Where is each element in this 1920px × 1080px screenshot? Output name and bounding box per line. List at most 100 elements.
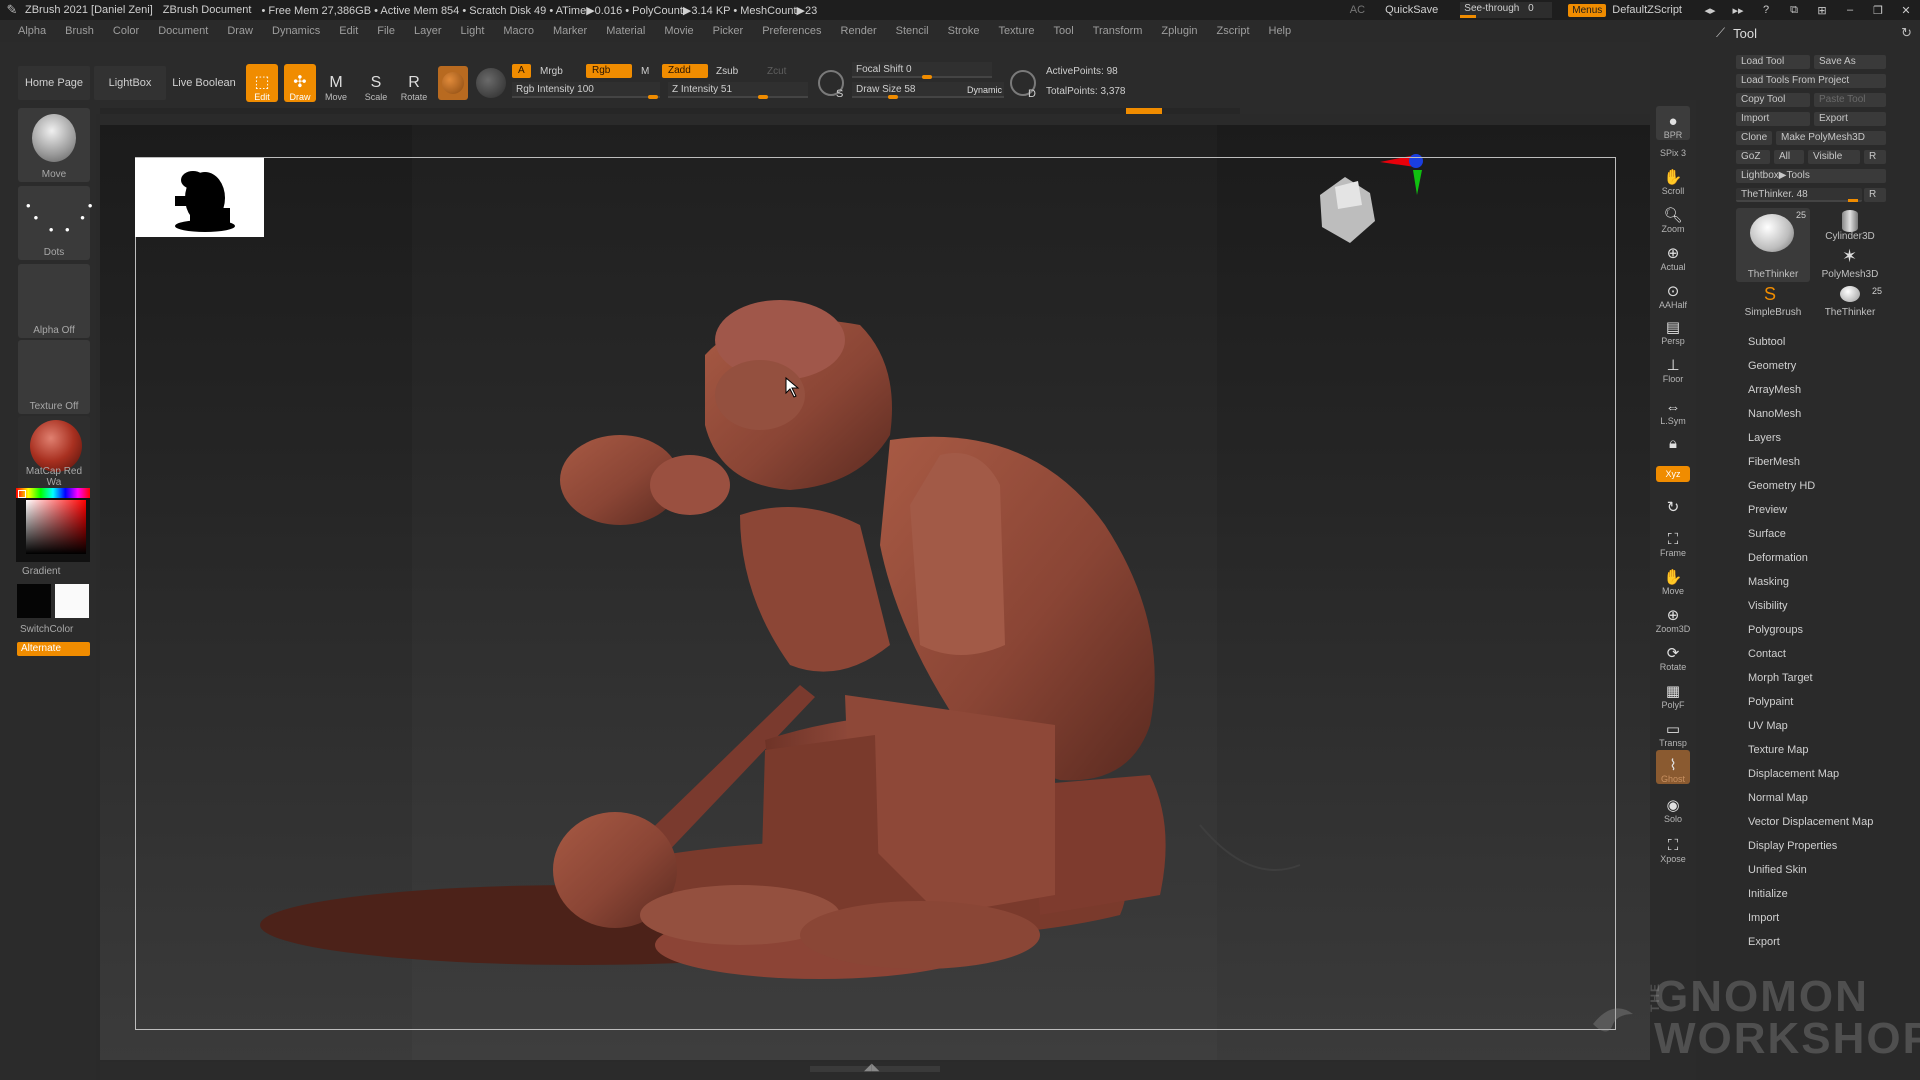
subpalette-polypaint[interactable]: Polypaint bbox=[1748, 696, 1793, 708]
menu-render[interactable]: Render bbox=[841, 25, 877, 37]
hue-strip[interactable] bbox=[16, 488, 90, 498]
menu-preferences[interactable]: Preferences bbox=[762, 25, 821, 37]
lock-icon[interactable]: 🔒︎ bbox=[1656, 430, 1690, 452]
subpalette-deformation[interactable]: Deformation bbox=[1748, 552, 1808, 564]
scale-mode-button[interactable]: S Scale bbox=[360, 64, 392, 102]
subpalette-export[interactable]: Export bbox=[1748, 936, 1780, 948]
color-picker[interactable] bbox=[16, 488, 90, 562]
default-zscript[interactable]: DefaultZScript bbox=[1612, 4, 1682, 16]
refresh-icon[interactable]: ↻ bbox=[1901, 25, 1912, 41]
move-view-button[interactable]: ✋ Move bbox=[1656, 562, 1690, 597]
menu-transform[interactable]: Transform bbox=[1093, 25, 1143, 37]
menu-tool[interactable]: Tool bbox=[1054, 25, 1074, 37]
ghost-button[interactable]: ⌇ Ghost bbox=[1656, 750, 1690, 784]
move-mode-button[interactable]: M Move bbox=[320, 64, 352, 102]
menu-color[interactable]: Color bbox=[113, 25, 139, 37]
draw-mode-button[interactable]: ✣ Draw bbox=[284, 64, 316, 102]
rgb-intensity-slider[interactable]: Rgb Intensity 100 bbox=[512, 82, 660, 99]
clone-button[interactable]: Clone bbox=[1736, 131, 1772, 145]
spix-slider[interactable]: SPix 3 bbox=[1656, 138, 1690, 158]
menu-marker[interactable]: Marker bbox=[553, 25, 587, 37]
transp-button[interactable]: ▭ Transp bbox=[1656, 714, 1690, 749]
subpalette-uv-map[interactable]: UV Map bbox=[1748, 720, 1788, 732]
actual-button[interactable]: ⊕ Actual bbox=[1656, 238, 1690, 273]
menu-draw[interactable]: Draw bbox=[227, 25, 253, 37]
restore-icon[interactable]: ❐ bbox=[1864, 4, 1892, 17]
zcut-toggle[interactable]: Zcut bbox=[767, 66, 786, 77]
focal-shift-slider[interactable]: Focal Shift 0 bbox=[852, 62, 992, 79]
material-slot[interactable]: MatCap Red Wa bbox=[18, 416, 90, 490]
subpalette-preview[interactable]: Preview bbox=[1748, 504, 1787, 516]
silhouette-thumbnail[interactable] bbox=[135, 158, 264, 237]
zoom-button[interactable]: 🔍︎ Zoom bbox=[1656, 200, 1690, 235]
export-button[interactable]: Export bbox=[1814, 112, 1886, 126]
expand-arrow-icon[interactable]: ◢◣ bbox=[864, 1062, 879, 1073]
subpalette-morph-target[interactable]: Morph Target bbox=[1748, 672, 1813, 684]
bpr-button[interactable]: ● BPR bbox=[1656, 106, 1690, 140]
polyframe-button[interactable]: ▦ PolyF bbox=[1656, 676, 1690, 711]
menu-material[interactable]: Material bbox=[606, 25, 645, 37]
menu-file[interactable]: File bbox=[377, 25, 395, 37]
subpalette-visibility[interactable]: Visibility bbox=[1748, 600, 1788, 612]
material-swatch-button[interactable] bbox=[438, 66, 468, 100]
menu-layer[interactable]: Layer bbox=[414, 25, 442, 37]
rotate-mode-button[interactable]: R Rotate bbox=[398, 64, 430, 102]
subpalette-layers[interactable]: Layers bbox=[1748, 432, 1781, 444]
window-tile-icon[interactable]: ⧉ bbox=[1780, 4, 1808, 17]
tool-panel-header[interactable]: ⟋ Tool ↻ bbox=[1706, 20, 1920, 46]
current-tool-slider[interactable]: TheThinker. 48 bbox=[1736, 188, 1862, 202]
menu-brush[interactable]: Brush bbox=[65, 25, 94, 37]
subpalette-import[interactable]: Import bbox=[1748, 912, 1779, 924]
mrgb-toggle[interactable]: Mrgb bbox=[540, 66, 563, 77]
menu-alpha[interactable]: Alpha bbox=[18, 25, 46, 37]
brush-slot[interactable]: Move bbox=[18, 108, 90, 182]
menus-button[interactable]: Menus bbox=[1568, 3, 1607, 17]
menu-light[interactable]: Light bbox=[461, 25, 485, 37]
subpalette-nanomesh[interactable]: NanoMesh bbox=[1748, 408, 1801, 420]
tool-slot-thethinker-2[interactable]: 25 TheThinker bbox=[1814, 284, 1886, 320]
menu-zscript[interactable]: Zscript bbox=[1217, 25, 1250, 37]
menu-help[interactable]: Help bbox=[1269, 25, 1292, 37]
switch-color-button[interactable]: SwitchColor bbox=[20, 624, 73, 635]
zoom3d-button[interactable]: ⊕ Zoom3D bbox=[1656, 600, 1691, 635]
import-button[interactable]: Import bbox=[1736, 112, 1810, 126]
solo-button[interactable]: ◉ Solo bbox=[1656, 790, 1690, 825]
alpha-slot[interactable]: Alpha Off bbox=[18, 264, 90, 338]
r-button[interactable]: R bbox=[1864, 150, 1886, 164]
menu-stroke[interactable]: Stroke bbox=[948, 25, 980, 37]
subpalette-display-properties[interactable]: Display Properties bbox=[1748, 840, 1837, 852]
help-icon[interactable]: ? bbox=[1752, 4, 1780, 16]
color-picker-swatch[interactable] bbox=[476, 68, 506, 98]
goz-button[interactable]: GoZ bbox=[1736, 150, 1770, 164]
subpalette-geometry-hd[interactable]: Geometry HD bbox=[1748, 480, 1815, 492]
lightbox-button[interactable]: LightBox bbox=[94, 66, 166, 100]
rgb-toggle[interactable]: Rgb bbox=[586, 64, 632, 78]
interface-layout-icon[interactable]: ◂▸ bbox=[1696, 4, 1724, 17]
window-save-icon[interactable]: ⊞ bbox=[1808, 4, 1836, 17]
subpalette-normal-map[interactable]: Normal Map bbox=[1748, 792, 1808, 804]
subpalette-polygroups[interactable]: Polygroups bbox=[1748, 624, 1803, 636]
load-tools-from-project-button[interactable]: Load Tools From Project bbox=[1736, 74, 1886, 88]
minimize-icon[interactable]: – bbox=[1836, 4, 1864, 16]
xyz-button[interactable]: Xyz bbox=[1656, 466, 1690, 482]
tool-slot-polymesh3d[interactable]: ✶ PolyMesh3D bbox=[1814, 246, 1886, 282]
menu-movie[interactable]: Movie bbox=[664, 25, 693, 37]
subpalette-contact[interactable]: Contact bbox=[1748, 648, 1786, 660]
rotate-view-button[interactable]: ⟳ Rotate bbox=[1656, 638, 1690, 673]
viewport-canvas[interactable] bbox=[100, 125, 1650, 1060]
menu-dynamics[interactable]: Dynamics bbox=[272, 25, 320, 37]
subpalette-arraymesh[interactable]: ArrayMesh bbox=[1748, 384, 1801, 396]
quicksave-button[interactable]: QuickSave bbox=[1385, 4, 1438, 16]
saturation-box[interactable] bbox=[26, 500, 86, 554]
lightbox-tools-button[interactable]: Lightbox▶Tools bbox=[1736, 169, 1886, 183]
floor-button[interactable]: ⊥ Floor bbox=[1656, 350, 1690, 385]
texture-slot[interactable]: Texture Off bbox=[18, 340, 90, 414]
m-toggle[interactable]: M bbox=[641, 66, 649, 77]
subpalette-displacement-map[interactable]: Displacement Map bbox=[1748, 768, 1839, 780]
menu-zplugin[interactable]: Zplugin bbox=[1161, 25, 1197, 37]
edit-mode-button[interactable]: ⬚ Edit bbox=[246, 64, 278, 102]
aahalf-button[interactable]: ⊙ AAHalf bbox=[1656, 276, 1690, 311]
close-icon[interactable]: ✕ bbox=[1892, 4, 1920, 17]
live-boolean-button[interactable]: Live Boolean bbox=[168, 66, 240, 100]
xpose-button[interactable]: ⛶ Xpose bbox=[1656, 830, 1690, 865]
